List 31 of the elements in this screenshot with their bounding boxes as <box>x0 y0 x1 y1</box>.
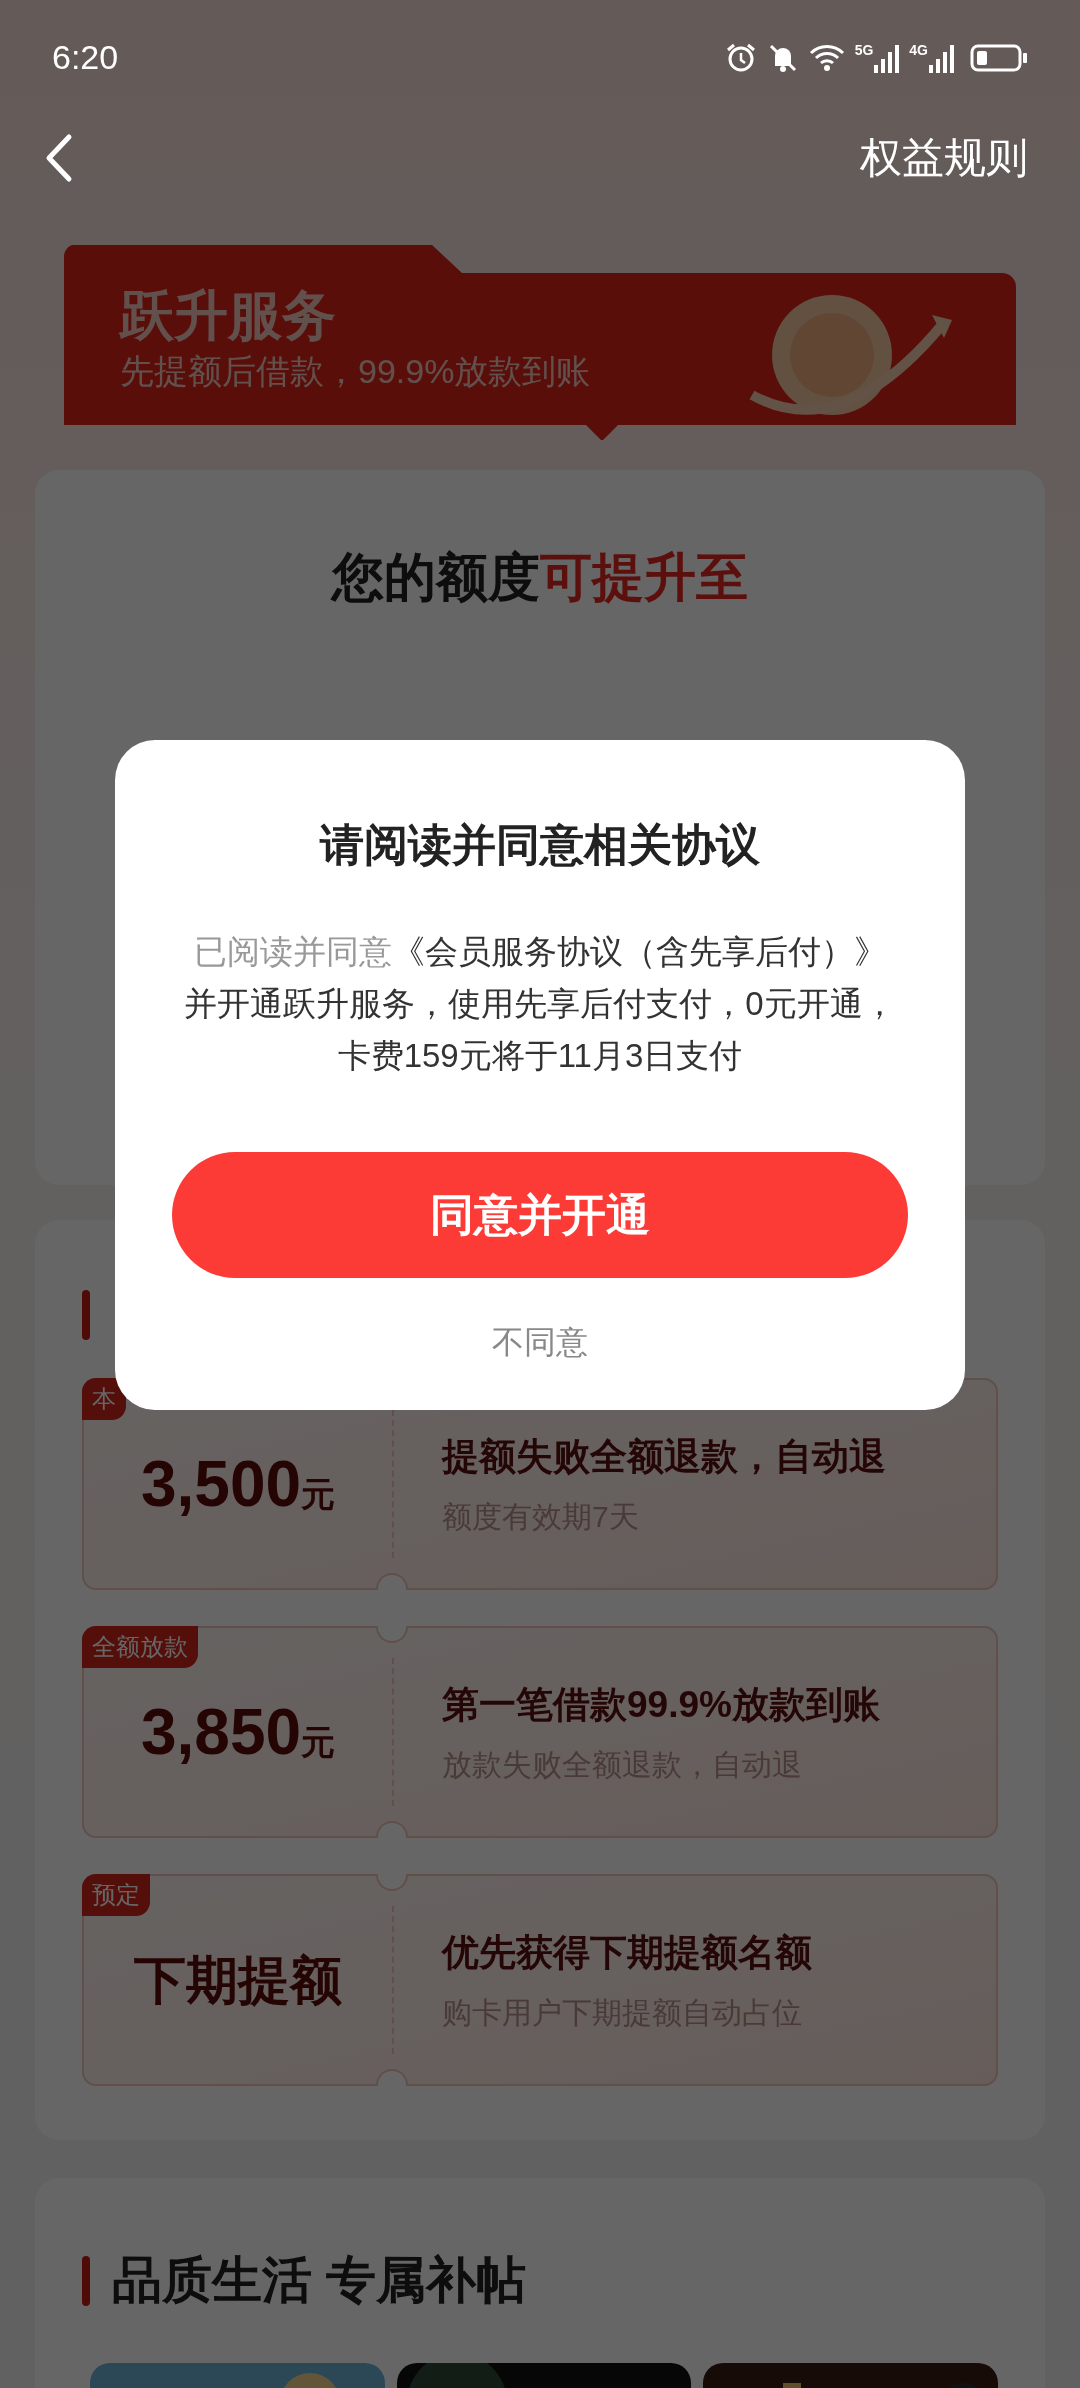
dialog-title: 请阅读并同意相关协议 <box>320 819 760 871</box>
quota-title: 您的额度可提升至 <box>332 547 748 608</box>
section-title: 品质生活 专属补帖 <box>112 2251 526 2310</box>
banner-title: 跃升服务 <box>120 284 337 347</box>
decline-button[interactable]: 不同意 <box>492 1318 588 1366</box>
agreement-text: 已阅读并同意《会员服务协议（含先享后付）》并开通跃升服务，使用先享后付支付，0元开通，卡费159元将于11月3日支付 <box>183 932 897 1076</box>
rules-link[interactable]: 权益规则 <box>860 126 1028 189</box>
signal-icon <box>873 42 900 73</box>
ticket-unit: 元 <box>301 1722 336 1763</box>
ticket-amount: 3,500 <box>140 1447 302 1522</box>
banner-subtitle: 先提额后借款，99.9%放款到账 <box>120 351 591 392</box>
network-label: 4G <box>909 42 928 57</box>
accent-bar <box>82 2255 90 2306</box>
ticket-title: 提额失败全额退款，自动退 <box>442 1434 886 1479</box>
accent-bar <box>82 1290 90 1340</box>
alarm-icon <box>724 41 757 74</box>
back-icon <box>45 132 73 183</box>
ticket-tag: 预定 <box>82 1874 150 1916</box>
status-time: 6:20 <box>52 37 119 78</box>
agree-button[interactable]: 同意并开通 <box>172 1152 908 1278</box>
wifi-icon <box>808 42 845 73</box>
ticket-title: 优先获得下期提额名额 <box>442 1930 812 1975</box>
ticket-title: 第一笔借款99.9%放款到账 <box>442 1682 880 1727</box>
signal-icon <box>928 42 954 73</box>
ticket-amount: 下期提额 <box>134 1950 342 2011</box>
network-label: 5G <box>854 42 874 57</box>
ticket-amount: 3,850 <box>140 1695 302 1770</box>
ticket-unit: 元 <box>301 1474 336 1515</box>
ticket-tag: 本 <box>82 1378 126 1420</box>
ticket-tag: 全额放款 <box>82 1626 198 1668</box>
battery-icon <box>970 42 1028 73</box>
